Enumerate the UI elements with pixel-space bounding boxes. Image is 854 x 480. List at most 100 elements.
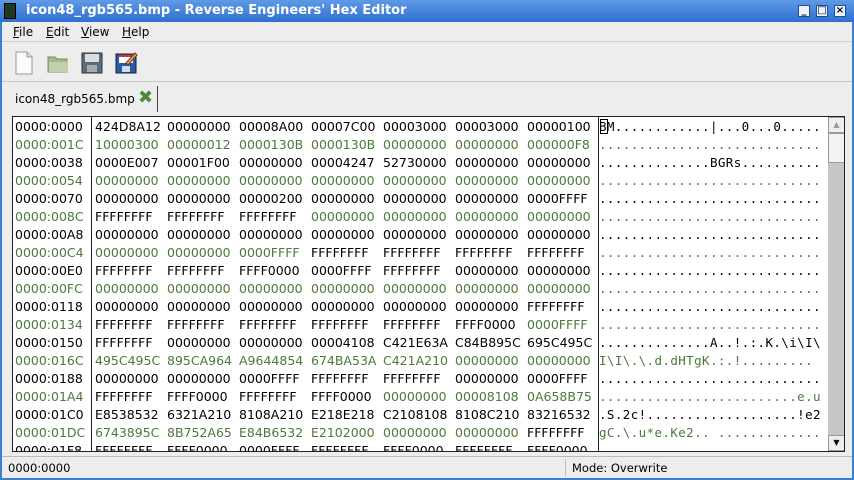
ascii-text[interactable]: ............................ bbox=[599, 316, 821, 334]
hex-word[interactable]: FFFFFFFF bbox=[167, 316, 225, 334]
hex-word[interactable]: 10000300 bbox=[95, 136, 159, 154]
ascii-text[interactable]: ............................ bbox=[599, 370, 821, 388]
hex-word[interactable]: 00008108 bbox=[455, 388, 519, 406]
hex-word[interactable]: 00000000 bbox=[455, 190, 519, 208]
hex-word[interactable]: 0000FFFF bbox=[527, 370, 588, 388]
ascii-text[interactable]: ............................ bbox=[599, 244, 821, 262]
hex-word[interactable]: 00000000 bbox=[527, 352, 591, 370]
hex-word[interactable]: FFFFFFFF bbox=[527, 298, 585, 316]
hex-word[interactable]: C421E63A bbox=[383, 334, 448, 352]
hex-word[interactable]: FFFFFFFF bbox=[455, 442, 513, 451]
hex-word[interactable]: 52730000 bbox=[383, 154, 447, 172]
ascii-text[interactable]: ............................ bbox=[599, 172, 821, 190]
hex-word[interactable]: FFFFFFFF bbox=[311, 370, 369, 388]
hex-word[interactable]: 00000000 bbox=[239, 280, 303, 298]
hex-view[interactable]: 0000:0000 424D8A12 00000000 00008A00 00007C0… bbox=[12, 116, 845, 452]
hex-word[interactable]: 00000000 bbox=[311, 208, 375, 226]
hex-word[interactable]: 6321A210 bbox=[167, 406, 231, 424]
new-file-button[interactable] bbox=[12, 51, 36, 75]
hex-word[interactable]: 00000000 bbox=[95, 244, 159, 262]
hex-word[interactable]: 00000000 bbox=[383, 298, 447, 316]
hex-word[interactable]: 00000000 bbox=[455, 424, 519, 442]
hex-word[interactable]: 00000000 bbox=[383, 172, 447, 190]
hex-word[interactable]: 00000000 bbox=[167, 280, 231, 298]
hex-word[interactable]: FFFFFFFF bbox=[95, 388, 153, 406]
hex-word[interactable]: 00000000 bbox=[455, 136, 519, 154]
hex-word[interactable]: 00000000 bbox=[167, 172, 231, 190]
hex-word[interactable]: FFFF0000 bbox=[167, 442, 228, 451]
hex-word[interactable]: FFFFFFFF bbox=[239, 316, 297, 334]
hex-word[interactable]: 0000FFFF bbox=[239, 244, 300, 262]
hex-word[interactable]: 00000000 bbox=[239, 154, 303, 172]
scroll-thumb[interactable] bbox=[828, 133, 844, 163]
hex-word[interactable]: 00000000 bbox=[455, 298, 519, 316]
hex-word[interactable]: 00000000 bbox=[311, 226, 375, 244]
close-icon[interactable]: ✖ bbox=[138, 89, 153, 107]
menu-edit[interactable]: Edit bbox=[46, 25, 69, 39]
hex-word[interactable]: FFFFFFFF bbox=[383, 316, 441, 334]
ascii-text[interactable]: .........................e.u bbox=[599, 388, 821, 406]
hex-word[interactable]: FFFFFFFF bbox=[95, 262, 153, 280]
ascii-text[interactable]: ............................ bbox=[599, 226, 821, 244]
hex-word[interactable]: FFFFFFFF bbox=[383, 244, 441, 262]
hex-word[interactable]: FFFFFFFF bbox=[311, 244, 369, 262]
hex-word[interactable]: 00000000 bbox=[95, 190, 159, 208]
hex-word[interactable]: 00000000 bbox=[167, 118, 231, 136]
hex-word[interactable]: 00000000 bbox=[239, 226, 303, 244]
ascii-text[interactable]: .S.2c!...................!e2 bbox=[599, 406, 821, 424]
scroll-down-icon[interactable]: ▼ bbox=[828, 435, 844, 451]
hex-word[interactable]: E218E218 bbox=[311, 406, 375, 424]
hex-word[interactable]: 00000000 bbox=[455, 262, 519, 280]
hex-word[interactable]: 695C495C bbox=[527, 334, 592, 352]
hex-word[interactable]: FFFFFFFF bbox=[95, 442, 153, 451]
hex-word[interactable]: A9644854 bbox=[239, 352, 303, 370]
ascii-text[interactable]: ............................ bbox=[599, 298, 821, 316]
maximize-button[interactable]: □ bbox=[816, 5, 828, 17]
hex-word[interactable]: FFFF0000 bbox=[311, 388, 372, 406]
hex-word[interactable]: 0000FFFF bbox=[527, 190, 588, 208]
hex-word[interactable]: FFFFFFFF bbox=[455, 244, 513, 262]
hex-word[interactable]: 00000000 bbox=[311, 172, 375, 190]
hex-word[interactable]: 895CA964 bbox=[167, 352, 232, 370]
hex-word[interactable]: E84B6532 bbox=[239, 424, 303, 442]
hex-word[interactable]: 00008A00 bbox=[239, 118, 303, 136]
ascii-text[interactable]: ..............BGRs.......... bbox=[599, 154, 821, 172]
hex-word[interactable]: 424D8A12 bbox=[95, 118, 161, 136]
hex-word[interactable]: FFFFFFFF bbox=[167, 262, 225, 280]
hex-word[interactable]: 00000000 bbox=[167, 334, 231, 352]
hex-word[interactable]: C421A210 bbox=[383, 352, 448, 370]
hex-word[interactable]: C2108108 bbox=[383, 406, 447, 424]
hex-word[interactable]: 00000000 bbox=[455, 280, 519, 298]
hex-word[interactable]: 00000000 bbox=[95, 280, 159, 298]
ascii-text[interactable]: ............................ bbox=[599, 280, 821, 298]
hex-word[interactable]: FFFFFFFF bbox=[383, 262, 441, 280]
close-window-button[interactable]: × bbox=[834, 5, 846, 17]
menu-help[interactable]: Help bbox=[122, 25, 149, 39]
ascii-text[interactable]: BM............|...0...0..... bbox=[599, 118, 821, 136]
hex-word[interactable]: FFFFFFFF bbox=[383, 370, 441, 388]
hex-word[interactable]: 8108C210 bbox=[455, 406, 519, 424]
hex-word[interactable]: C84B895C bbox=[455, 334, 521, 352]
hex-word[interactable]: FFFFFFFF bbox=[239, 388, 297, 406]
hex-word[interactable]: E8538532 bbox=[95, 406, 159, 424]
hex-word[interactable]: FFFF0000 bbox=[167, 388, 228, 406]
open-button[interactable] bbox=[46, 51, 70, 75]
hex-word[interactable]: 00000000 bbox=[455, 370, 519, 388]
hex-word[interactable]: 00000000 bbox=[527, 208, 591, 226]
hex-word[interactable]: 00000000 bbox=[383, 136, 447, 154]
hex-word[interactable]: FFFFFFFF bbox=[527, 244, 585, 262]
ascii-text[interactable]: ............................ bbox=[599, 442, 821, 451]
hex-word[interactable]: 00000000 bbox=[455, 172, 519, 190]
hex-word[interactable]: 00000000 bbox=[311, 298, 375, 316]
hex-word[interactable]: FFFFFFFF bbox=[239, 208, 297, 226]
hex-word[interactable]: 00000000 bbox=[167, 370, 231, 388]
hex-word[interactable]: E2102000 bbox=[311, 424, 375, 442]
hex-word[interactable]: FFFFFFFF bbox=[311, 316, 369, 334]
hex-word[interactable]: 00001F00 bbox=[167, 154, 230, 172]
hex-word[interactable]: 00000000 bbox=[167, 298, 231, 316]
hex-word[interactable]: 495C495C bbox=[95, 352, 160, 370]
hex-word[interactable]: 000000F8 bbox=[527, 136, 590, 154]
hex-word[interactable]: 0000130B bbox=[311, 136, 375, 154]
hex-word[interactable]: 00000000 bbox=[95, 370, 159, 388]
hex-word[interactable]: 0000FFFF bbox=[239, 370, 300, 388]
